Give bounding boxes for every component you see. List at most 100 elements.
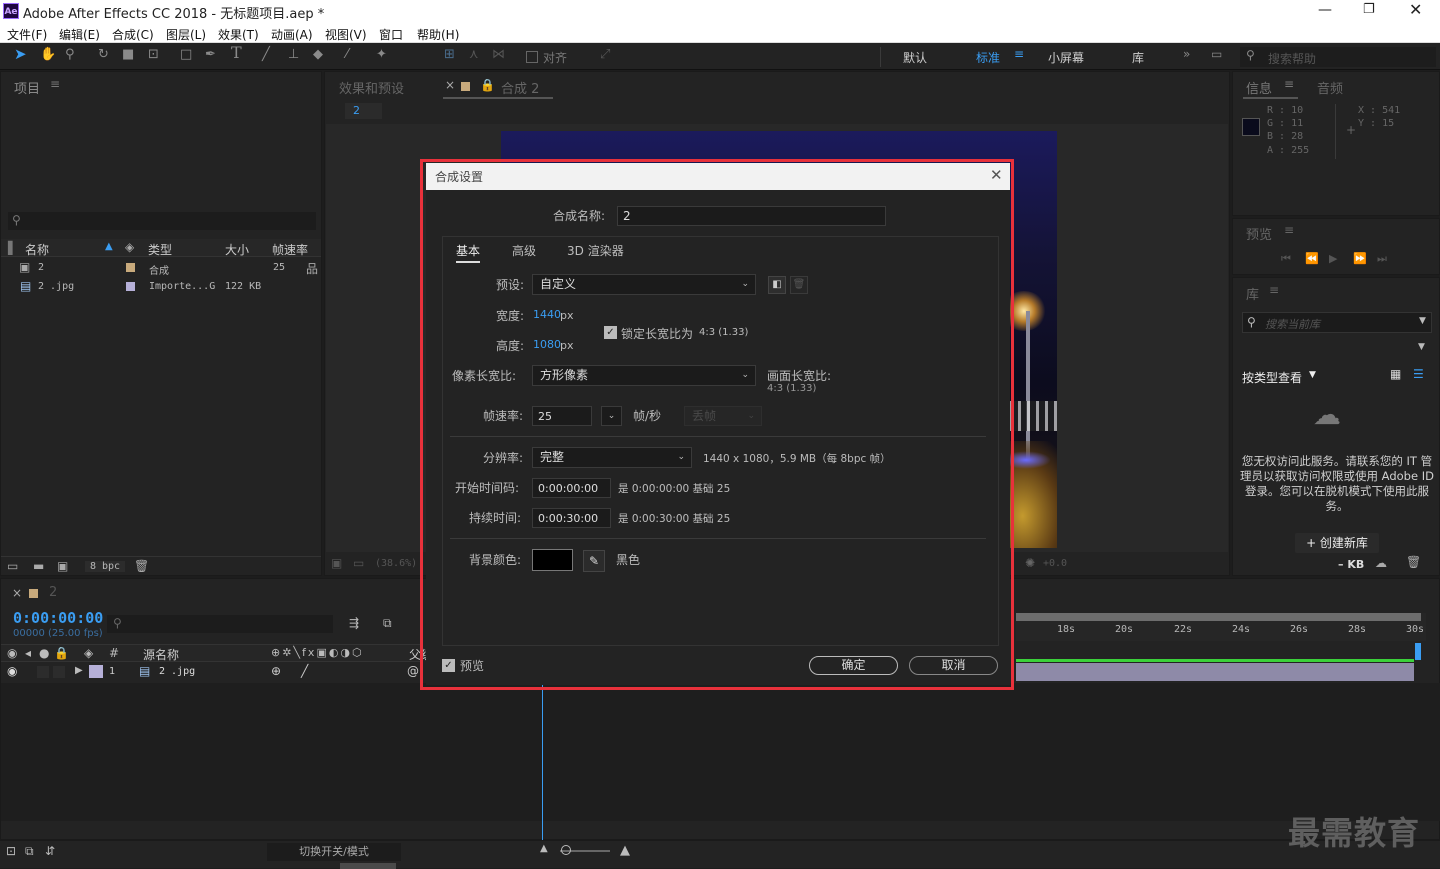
cancel-button[interactable]: 取消 xyxy=(909,656,998,675)
library-search-input[interactable]: ⚲ 搜索当前库 ▼ xyxy=(1242,312,1432,333)
ok-button[interactable]: 确定 xyxy=(809,656,898,675)
menu-help[interactable]: 帮助(H) xyxy=(417,26,459,43)
snap-checkbox[interactable] xyxy=(526,51,538,63)
parent-pickwhip-icon[interactable]: @ xyxy=(407,664,419,678)
flowchart-icon[interactable]: 品 xyxy=(306,260,318,277)
exposure-value[interactable]: +0.0 xyxy=(1043,558,1067,569)
preview-checkbox[interactable]: ✓ xyxy=(442,659,455,672)
visibility-icon[interactable]: ◉ xyxy=(7,664,17,678)
column-fps[interactable]: 帧速率 xyxy=(272,241,308,258)
preview-title[interactable]: 预览 xyxy=(1246,224,1272,243)
height-value[interactable]: 1080 xyxy=(533,338,561,351)
effects-presets-tab[interactable]: 效果和预设 xyxy=(339,78,404,97)
menu-animation[interactable]: 动画(A) xyxy=(271,26,313,43)
composition-tab[interactable]: 合成 2 xyxy=(501,78,539,97)
chevron-down-icon[interactable]: ▼ xyxy=(1419,316,1426,326)
resolution-dropdown[interactable]: 完整 ⌄ xyxy=(532,447,692,468)
flow-tab[interactable]: 2 xyxy=(345,103,382,119)
clone-stamp-tool-icon[interactable]: ⊥ xyxy=(288,48,299,62)
trash-icon[interactable]: 🗑 xyxy=(1406,555,1421,569)
restore-icon[interactable]: ❐ xyxy=(1363,2,1375,17)
duration-input[interactable]: 0:00:30:00 xyxy=(532,508,611,528)
menu-file[interactable]: 文件(F) xyxy=(7,26,47,43)
close-tab-icon[interactable]: × xyxy=(12,586,22,600)
play-icon[interactable]: ▶ xyxy=(1329,252,1337,265)
previous-frame-icon[interactable]: ⏪ xyxy=(1305,252,1319,265)
text-tool-icon[interactable]: T xyxy=(231,45,242,61)
lock-icon[interactable]: 🔒 xyxy=(54,646,69,660)
menu-view[interactable]: 视图(V) xyxy=(325,26,367,43)
timeline-search-input[interactable]: ⚲ xyxy=(107,615,333,633)
last-frame-icon[interactable]: ⏭ xyxy=(1377,252,1387,266)
cloud-icon[interactable]: ☁ xyxy=(1375,556,1387,570)
next-frame-icon[interactable]: ⏩ xyxy=(1353,252,1367,265)
tab-advanced[interactable]: 高级 xyxy=(512,242,536,259)
eyedropper-icon[interactable]: ✎ xyxy=(583,550,605,572)
scrollbar-thumb[interactable] xyxy=(340,863,396,869)
project-row[interactable]: ▣ 2 合成 25 品 xyxy=(1,259,321,277)
audio-toggle[interactable] xyxy=(37,666,49,678)
toggle-switches-modes-button[interactable]: 切换开关/模式 xyxy=(267,843,401,861)
label-column-icon[interactable]: ◈ xyxy=(125,240,134,254)
project-search-input[interactable]: ⚲ xyxy=(8,212,316,230)
trash-icon[interactable]: 🗑 xyxy=(134,559,149,573)
workspace-menu-icon[interactable]: ≡ xyxy=(1014,47,1024,61)
camera-tool-icon[interactable]: ■ xyxy=(122,48,134,62)
panel-menu-icon[interactable]: ≡ xyxy=(50,77,60,91)
tab-basic[interactable]: 基本 xyxy=(456,242,481,263)
library-select[interactable]: ▼ xyxy=(1242,340,1432,357)
list-view-icon[interactable]: ☰ xyxy=(1413,367,1424,381)
rectangle-tool-icon[interactable]: □ xyxy=(180,48,192,62)
column-type[interactable]: 类型 xyxy=(148,241,172,258)
panel-menu-icon[interactable]: ≡ xyxy=(1269,283,1279,297)
transfer-controls-icon[interactable]: ⧉ xyxy=(25,844,34,859)
work-area-end-marker[interactable] xyxy=(1415,643,1421,660)
save-preset-icon[interactable]: ◧ xyxy=(768,276,786,294)
label-swatch[interactable] xyxy=(126,263,135,272)
in-out-icon[interactable]: ⇵ xyxy=(45,844,55,858)
workspace-small-screen[interactable]: 小屏幕 xyxy=(1048,49,1084,66)
workspace-libraries[interactable]: 库 xyxy=(1132,49,1144,66)
menu-effect[interactable]: 效果(T) xyxy=(218,26,259,43)
info-tab[interactable]: 信息 xyxy=(1246,78,1272,97)
pan-behind-tool-icon[interactable]: ⊡ xyxy=(148,48,159,62)
dialog-close-icon[interactable]: ✕ xyxy=(990,166,1003,184)
display-icon[interactable]: ▭ xyxy=(353,556,364,570)
layer-switches-icon[interactable]: ⊡ xyxy=(6,844,16,858)
chevron-down-icon[interactable]: ▼ xyxy=(1309,370,1316,380)
audio-tab[interactable]: 音频 xyxy=(1317,78,1343,97)
exposure-icon[interactable]: ✺ xyxy=(1025,556,1035,570)
pen-tool-icon[interactable]: ✒ xyxy=(205,48,216,62)
zoom-in-icon[interactable]: ▲ xyxy=(620,843,630,858)
selection-tool-icon[interactable]: ➤ xyxy=(14,47,27,62)
bpc-button[interactable]: 8 bpc xyxy=(85,561,125,572)
comp-mini-flowchart-icon[interactable]: ⇶ xyxy=(349,616,359,630)
create-library-button[interactable]: + 创建新库 xyxy=(1295,533,1379,553)
first-frame-icon[interactable]: ⏮ xyxy=(1281,252,1291,266)
snap-option-icon[interactable]: ⤢ xyxy=(600,48,610,62)
background-color-swatch[interactable] xyxy=(532,549,573,571)
interpret-footage-icon[interactable]: ▭ xyxy=(7,559,18,573)
zoom-level[interactable]: (38.6%) xyxy=(375,558,417,569)
audio-icon[interactable]: ◂ xyxy=(25,646,31,660)
new-composition-icon[interactable]: ▣ xyxy=(57,559,68,573)
roto-brush-tool-icon[interactable]: ⁄ xyxy=(346,48,348,62)
source-name-header[interactable]: 源名称 xyxy=(143,646,179,663)
expand-arrow-icon[interactable]: ▶ xyxy=(75,665,83,676)
hand-tool-icon[interactable]: ✋ xyxy=(40,48,56,62)
pixel-aspect-dropdown[interactable]: 方形像素 ⌄ xyxy=(532,365,756,386)
column-size[interactable]: 大小 xyxy=(225,241,249,258)
new-folder-icon[interactable]: ▬ xyxy=(33,559,44,573)
puppet-tool-icon[interactable]: ✦ xyxy=(376,48,387,62)
panel-menu-icon[interactable]: ≡ xyxy=(1284,77,1294,91)
timeline-tab[interactable]: 2 xyxy=(49,585,57,600)
quality-switch-icon[interactable]: ╱ xyxy=(301,664,308,678)
lock-aspect-checkbox[interactable]: ✓ xyxy=(604,326,617,339)
column-name[interactable]: 名称 xyxy=(25,241,49,258)
eye-icon[interactable]: ◉ xyxy=(7,646,17,660)
layer-duration-bar[interactable] xyxy=(1016,663,1414,681)
work-area-bar[interactable] xyxy=(1016,613,1421,621)
label-swatch[interactable] xyxy=(126,282,135,291)
project-panel-title[interactable]: 项目 xyxy=(14,78,40,97)
zoom-tool-icon[interactable]: ⚲ xyxy=(65,48,75,62)
